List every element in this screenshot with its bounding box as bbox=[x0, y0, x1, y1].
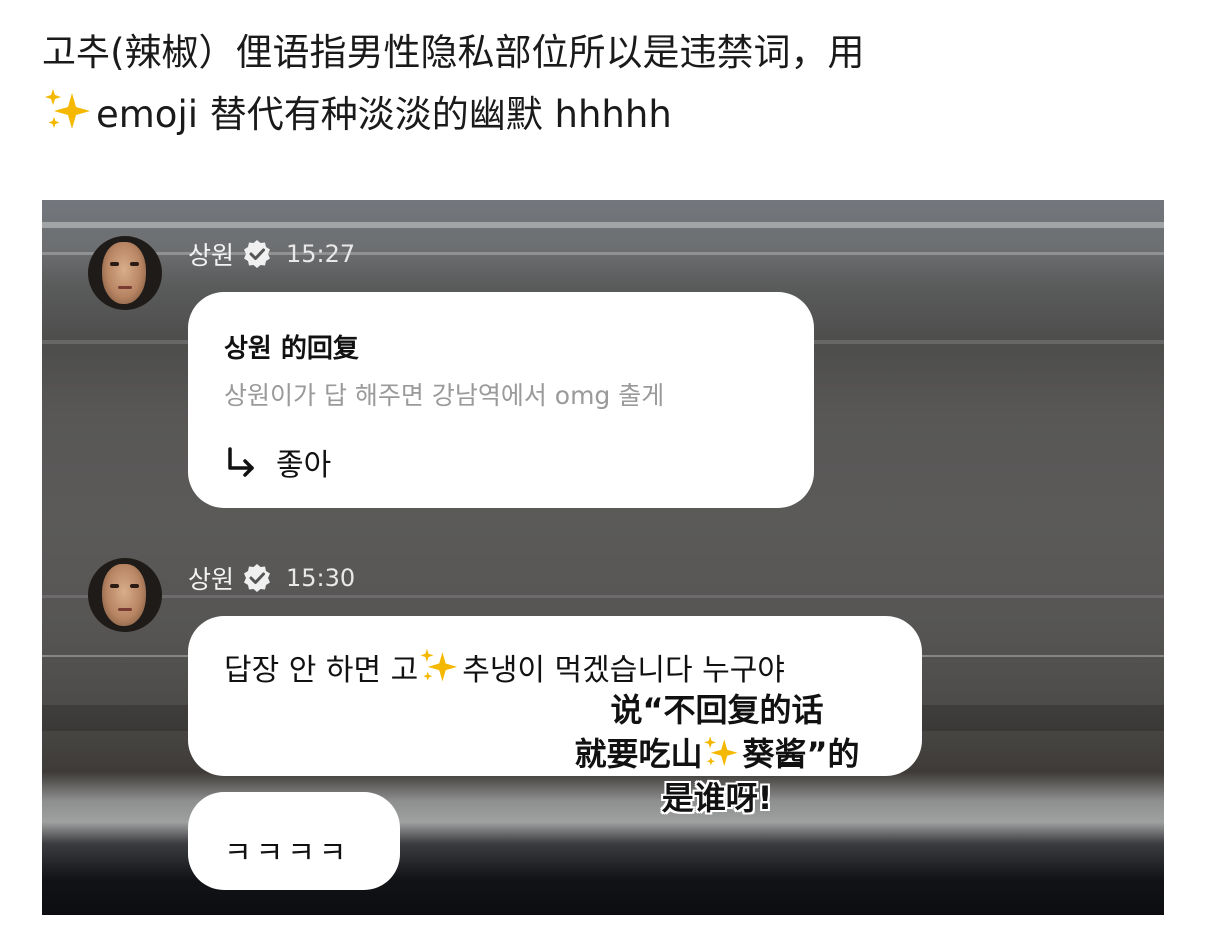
reply-quote: 상원이가 답 해주면 강남역에서 omg 출게 bbox=[224, 381, 665, 410]
avatar-face bbox=[102, 564, 146, 626]
avatar-eye bbox=[130, 584, 139, 588]
avatar-face bbox=[102, 242, 146, 304]
overlay-line-2a: 就要吃山 bbox=[574, 735, 703, 773]
overlay-line-3: 是谁呀! bbox=[661, 779, 773, 817]
caption-line-2-text: emoji 替代有种淡淡的幽默 hhhhh bbox=[96, 93, 672, 136]
message-text-part-2: 추냉이 먹겠습니다 누구야 bbox=[462, 653, 785, 688]
message-bubble-followup[interactable]: ㅋㅋㅋㅋ bbox=[188, 792, 400, 890]
sparkles-icon bbox=[704, 736, 739, 767]
message-time: 15:30 bbox=[286, 564, 356, 592]
verified-badge-icon bbox=[244, 240, 271, 268]
message-text: 답장 안 하면 고 추냉이 먹겠습니다 누구야 bbox=[224, 646, 904, 694]
overlay-line-2: 就要吃山 葵酱”的 bbox=[437, 732, 997, 776]
overlay-line-2b: 葵酱”的 bbox=[742, 735, 860, 773]
background-streak bbox=[42, 222, 1164, 228]
post-caption: 고추(辣椒）俚语指男性隐私部位所以是违禁词，用 emoji 替代有种淡淡的幽默 … bbox=[42, 22, 1182, 146]
message-header: 상원 15:27 bbox=[188, 236, 355, 272]
message-text-part-1: 답장 안 하면 고 bbox=[224, 653, 419, 688]
followup-text: ㅋㅋㅋㅋ bbox=[224, 836, 351, 871]
sparkles-icon bbox=[420, 648, 458, 682]
sparkles-icon bbox=[45, 89, 90, 129]
reply-title: 상원 的回复 bbox=[224, 334, 359, 364]
avatar-eye bbox=[110, 584, 119, 588]
avatar[interactable] bbox=[88, 558, 162, 632]
avatar-eye bbox=[110, 262, 119, 266]
reply-text: 좋아 bbox=[224, 440, 331, 484]
message-header: 상원 15:30 bbox=[188, 560, 355, 596]
chat-screenshot: 상원 15:27 상원 的回复 상원이가 답 해주면 강남역에서 omg 출게 … bbox=[42, 200, 1164, 915]
avatar-eye bbox=[130, 262, 139, 266]
author-name[interactable]: 상원 bbox=[188, 236, 234, 272]
author-name[interactable]: 상원 bbox=[188, 560, 234, 596]
caption-line-1: 고추(辣椒）俚语指男性隐私部位所以是违禁词，用 bbox=[42, 31, 865, 74]
avatar-mouth bbox=[118, 286, 132, 289]
avatar-mouth bbox=[118, 608, 132, 611]
caption-line-2: emoji 替代有种淡淡的幽默 hhhhh bbox=[42, 84, 1182, 146]
verified-badge-icon bbox=[244, 564, 271, 592]
reply-bubble[interactable]: 상원 的回复 상원이가 답 해주면 강남역에서 omg 출게 좋아 bbox=[188, 292, 814, 508]
overlay-caption: 说“不回复的话 就要吃山 葵酱”的 是谁呀! bbox=[437, 688, 997, 820]
overlay-line-1: 说“不回复的话 bbox=[610, 691, 824, 729]
reply-text-label: 좋아 bbox=[276, 448, 332, 483]
message-time: 15:27 bbox=[286, 240, 356, 268]
avatar[interactable] bbox=[88, 236, 162, 310]
reply-arrow-icon bbox=[228, 447, 254, 477]
